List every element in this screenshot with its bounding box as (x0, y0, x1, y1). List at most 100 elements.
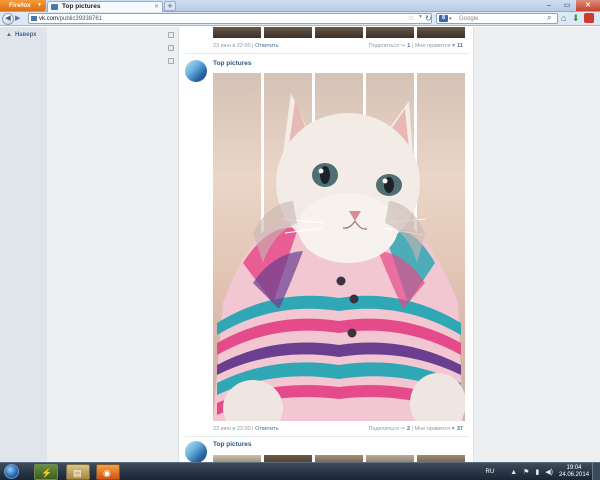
taskbar-app-winamp[interactable]: ⚡ (34, 464, 58, 480)
photo-strip[interactable] (264, 455, 312, 462)
share-icon: ↪ (400, 43, 406, 49)
share-count: 1 (407, 43, 411, 49)
volume-icon[interactable]: ◀) (545, 468, 553, 476)
home-button[interactable]: ⌂ (561, 13, 566, 24)
heart-icon: ♥ (451, 426, 455, 432)
search-placeholder: Google (459, 16, 479, 22)
bookmark-icon[interactable] (168, 58, 174, 64)
share-count: 2 (406, 426, 411, 432)
close-icon[interactable]: ✕ (154, 2, 159, 12)
chevron-down-icon[interactable]: ▾ (449, 14, 452, 24)
post-separator (185, 436, 469, 437)
folder-icon: ▤ (73, 468, 82, 478)
language-indicator[interactable]: RU (486, 469, 495, 475)
photo-strip[interactable] (417, 73, 465, 421)
tab-title: Top pictures (62, 3, 101, 10)
next-post-gallery[interactable] (213, 455, 465, 462)
message-icon[interactable] (168, 45, 174, 51)
post-photo-gallery[interactable] (213, 73, 465, 421)
arrow-up-icon: ▲ (6, 32, 12, 38)
reply-link[interactable]: Ответить (255, 426, 279, 432)
back-button[interactable]: ◀ (2, 13, 14, 25)
maximize-icon[interactable]: ▭ (558, 0, 576, 11)
photo-strip[interactable] (213, 455, 261, 462)
post-date[interactable]: 23 июн в 22:00 (213, 43, 251, 49)
like-count: 11 (457, 43, 463, 49)
back-to-top-label: Наверх (14, 32, 37, 38)
start-button[interactable] (2, 463, 22, 480)
heart-icon: ♥ (451, 43, 456, 49)
firefox-icon: ◉ (103, 468, 111, 478)
share-button[interactable]: Поделиться (368, 426, 398, 432)
addon-button[interactable] (584, 13, 594, 23)
url-history-dropdown-icon[interactable]: ▼ (418, 14, 423, 20)
window-close-icon[interactable]: ✕ (576, 0, 600, 11)
reply-link[interactable]: Ответить (255, 43, 279, 49)
post-meta: 23 июн в 22:00 | Ответить Поделиться ↪ 2 … (213, 426, 463, 432)
clock-time: 19:04 (566, 465, 582, 471)
photo-strip[interactable] (366, 73, 414, 421)
firefox-menu-label: Firefox (9, 2, 31, 9)
photo-strip[interactable] (264, 73, 312, 421)
url-host: vk.com (39, 16, 59, 22)
photo-strip[interactable] (213, 27, 261, 38)
photo-strip[interactable] (366, 27, 414, 38)
downloads-button[interactable]: ⬇ (572, 13, 580, 24)
system-tray: RU ▲ ⚑ ▮ ◀) 19:04 24.06.2014 (486, 463, 600, 480)
post-author[interactable]: Top pictures (213, 441, 252, 448)
photo-strip[interactable] (417, 27, 465, 38)
photo-strip[interactable] (264, 27, 312, 38)
post-author[interactable]: Top pictures (213, 60, 252, 67)
search-engine-icon[interactable]: 8 (439, 15, 448, 22)
post-meta: 23 июн в 22:00 | Ответить Поделиться ↪ 1 … (213, 43, 463, 49)
post-separator (185, 53, 469, 54)
previous-post-gallery[interactable] (213, 27, 465, 38)
lightning-icon: ⚡ (41, 468, 53, 478)
show-desktop-button[interactable] (592, 463, 600, 480)
site-identity-icon (31, 16, 37, 21)
search-bar[interactable]: 8 ▾ Google ⌕ (436, 13, 558, 24)
flag-icon[interactable]: ⚑ (523, 468, 529, 476)
taskbar-app-explorer[interactable]: ▤ (66, 464, 90, 480)
like-button[interactable]: Мне нравится (415, 426, 451, 432)
comment-icon[interactable] (168, 32, 174, 38)
photo-strip[interactable] (315, 73, 363, 421)
network-icon[interactable]: ▮ (535, 468, 539, 476)
clock[interactable]: 19:04 24.06.2014 (559, 465, 589, 479)
post-date[interactable]: 23 июн в 22:00 (213, 426, 251, 432)
url-bar[interactable]: vk.com/public39338761 (28, 13, 432, 24)
photo-strip[interactable] (315, 455, 363, 462)
tab-top-pictures[interactable]: Top pictures ✕ (47, 1, 163, 12)
windows-logo-icon (4, 464, 19, 479)
navigation-toolbar: ◀ ▶ vk.com/public39338761 ☆ ▼ ↻ 8 ▾ Goog… (0, 12, 600, 26)
minimize-icon[interactable]: – (540, 0, 558, 11)
left-sidebar: ▲ Наверх (0, 27, 47, 462)
taskbar-app-firefox[interactable]: ◉ (96, 464, 120, 480)
new-tab-button[interactable]: + (164, 1, 176, 11)
search-icon[interactable]: ⌕ (547, 13, 551, 23)
share-button[interactable]: Поделиться (369, 43, 399, 49)
like-count: 37 (456, 426, 463, 432)
window-controls: – ▭ ✕ (540, 0, 600, 11)
photo-strip[interactable] (417, 455, 465, 462)
avatar[interactable] (185, 441, 207, 462)
bookmark-star-icon[interactable]: ☆ (408, 14, 414, 22)
windows-taskbar: ⚡ ▤ ◉ RU ▲ ⚑ ▮ ◀) 19:04 24.06.2014 (0, 462, 600, 480)
photo-strip[interactable] (315, 27, 363, 38)
avatar[interactable] (185, 60, 207, 82)
photo-strip[interactable] (366, 455, 414, 462)
url-path: /public39338761 (58, 16, 103, 22)
right-gutter (535, 27, 600, 462)
vk-favicon-icon (51, 4, 58, 10)
share-icon: ↪ (400, 426, 405, 432)
clock-date: 24.06.2014 (559, 472, 590, 478)
like-button[interactable]: Мне нравится (415, 43, 451, 49)
firefox-menu-button[interactable]: Firefox ▼ (0, 0, 46, 11)
side-action-icons (168, 32, 176, 71)
photo-strip[interactable] (213, 73, 261, 421)
chevron-up-icon[interactable]: ▲ (510, 469, 517, 476)
reload-button[interactable]: ↻ (425, 13, 432, 24)
forward-button[interactable]: ▶ (15, 15, 25, 23)
back-to-top-link[interactable]: ▲ Наверх (6, 32, 37, 38)
page-content: ▲ Наверх 23 июн в 22:00 | Ответить Подели… (0, 27, 600, 462)
